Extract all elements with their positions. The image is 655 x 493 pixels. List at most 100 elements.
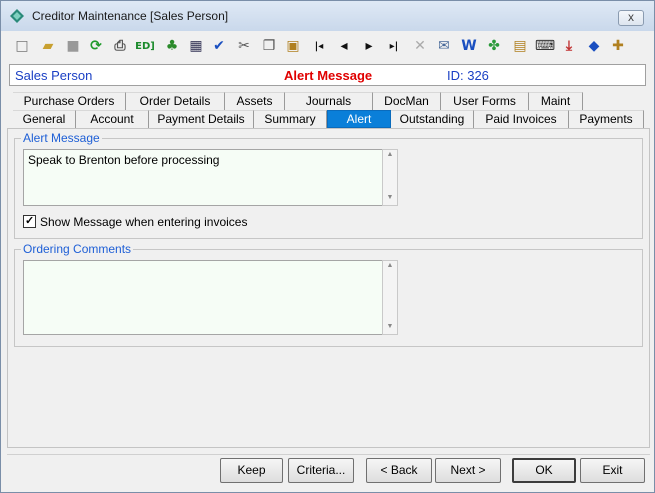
ok-button[interactable]: OK <box>512 458 576 483</box>
download-icon-glyph: ⤓ <box>565 38 573 54</box>
tree-icon[interactable]: ♣ <box>163 37 181 55</box>
ordering-comments-group-label: Ordering Comments <box>21 242 134 256</box>
title-bar: Creditor Maintenance [Sales Person] x <box>1 1 654 31</box>
save-icon[interactable]: ■ <box>64 37 82 55</box>
back-button[interactable]: < Back <box>366 458 432 483</box>
save-icon-glyph: ■ <box>66 38 80 54</box>
show-message-label: Show Message when entering invoices <box>40 215 248 229</box>
paste-icon[interactable]: ▣ <box>284 37 302 55</box>
tab-row-bottom: General Account Payment Details Summary Aler… <box>13 110 644 128</box>
keyboard-icon[interactable]: ⌨ <box>534 37 556 55</box>
copy-icon-glyph: ❐ <box>262 38 276 54</box>
cut-icon-glyph: ✂ <box>238 38 250 54</box>
first-record-icon[interactable]: |◂ <box>310 37 328 55</box>
copy-icon[interactable]: ❐ <box>260 37 278 55</box>
email-icon[interactable]: ✉ <box>435 37 453 55</box>
keyboard-icon-glyph: ⌨ <box>534 38 556 54</box>
open-folder-icon-glyph: ▰ <box>42 38 54 54</box>
criteria-button[interactable]: Criteria... <box>288 458 354 483</box>
tab-payment-details[interactable]: Payment Details <box>149 110 254 128</box>
scroll-down-icon[interactable]: ▼ <box>383 323 397 330</box>
app-diamond-icon <box>10 9 24 23</box>
previous-record-icon[interactable]: ◂ <box>335 37 353 55</box>
tab-general[interactable]: General <box>13 110 76 128</box>
tag-icon-glyph: ◆ <box>588 38 600 54</box>
next-record-icon[interactable]: ▸ <box>360 37 378 55</box>
previous-record-icon-glyph: ◂ <box>340 38 348 54</box>
tree-icon-glyph: ♣ <box>165 38 179 54</box>
next-record-icon-glyph: ▸ <box>365 38 373 54</box>
spellcheck-icon[interactable]: ✔ <box>210 37 228 55</box>
clover-icon[interactable]: ✤ <box>485 37 503 55</box>
alert-tab-panel: Alert Message Speak to Brenton before pr… <box>7 128 650 448</box>
edit-id-icon[interactable]: ED] <box>135 37 155 55</box>
delete-icon-glyph: ✕ <box>414 38 426 54</box>
clover-icon-glyph: ✤ <box>488 38 500 54</box>
tab-payments[interactable]: Payments <box>569 110 644 128</box>
alert-message-heading: Alert Message <box>284 68 373 83</box>
notes-icon-glyph: ▤ <box>513 38 527 54</box>
new-icon-glyph: □ <box>15 38 29 54</box>
tab-outstanding[interactable]: Outstanding <box>391 110 474 128</box>
last-record-icon-glyph: ▸| <box>389 40 399 52</box>
print-icon-glyph: ⎙ <box>114 38 126 54</box>
tab-assets[interactable]: Assets <box>225 92 285 110</box>
alert-message-text: Speak to Brenton before processing <box>28 153 220 167</box>
toolbar: □ ▰ ■ ⟳ ⎙ ED] ♣ ▦ ✔ ✂ ❐ ▣ |◂ ◂ ▸ ▸| ✕ ✉ W ✤ ▤ ⌨ ⤓ ◆ ✚ <box>1 31 654 61</box>
close-icon: x <box>628 10 634 24</box>
word-icon-glyph: W <box>461 38 477 54</box>
tab-user-forms[interactable]: User Forms <box>441 92 529 110</box>
footer-divider <box>7 454 650 455</box>
tab-purchase-orders[interactable]: Purchase Orders <box>13 92 126 110</box>
tab-order-details[interactable]: Order Details <box>126 92 225 110</box>
spellcheck-icon-glyph: ✔ <box>213 38 225 54</box>
cut-icon[interactable]: ✂ <box>235 37 253 55</box>
ordering-comments-scrollbar[interactable]: ▲ ▼ <box>382 260 398 335</box>
word-icon[interactable]: W <box>460 37 478 55</box>
creditor-maintenance-window: Creditor Maintenance [Sales Person] x □ ▰… <box>0 0 655 493</box>
edit-id-icon-glyph: ED] <box>135 40 155 52</box>
refresh-icon[interactable]: ⟳ <box>87 37 105 55</box>
first-record-icon-glyph: |◂ <box>314 40 324 52</box>
add-note-icon[interactable]: ✚ <box>609 37 627 55</box>
print-icon[interactable]: ⎙ <box>111 37 129 55</box>
next-button[interactable]: Next > <box>435 458 501 483</box>
last-record-icon[interactable]: ▸| <box>385 37 403 55</box>
alert-message-memo[interactable]: Speak to Brenton before processing <box>23 149 385 206</box>
ordering-comments-memo[interactable] <box>23 260 385 335</box>
new-icon[interactable]: □ <box>13 37 31 55</box>
scroll-down-icon[interactable]: ▼ <box>383 194 397 201</box>
exit-button[interactable]: Exit <box>580 458 645 483</box>
refresh-icon-glyph: ⟳ <box>90 38 102 54</box>
tab-journals[interactable]: Journals <box>285 92 373 110</box>
tab-docman[interactable]: DocMan <box>373 92 441 110</box>
calculator-icon-glyph: ▦ <box>189 38 203 54</box>
open-folder-icon[interactable]: ▰ <box>39 37 57 55</box>
close-button[interactable]: x <box>618 10 644 26</box>
tab-paid-invoices[interactable]: Paid Invoices <box>474 110 569 128</box>
alert-message-group: Alert Message Speak to Brenton before pr… <box>14 131 643 239</box>
tab-row-top: Purchase Orders Order Details Assets Journa… <box>13 92 643 110</box>
alert-message-scrollbar[interactable]: ▲ ▼ <box>382 149 398 206</box>
notes-icon[interactable]: ▤ <box>511 37 529 55</box>
alert-message-group-label: Alert Message <box>21 131 102 145</box>
tab-maint[interactable]: Maint <box>529 92 583 110</box>
add-note-icon-glyph: ✚ <box>612 38 624 54</box>
tab-summary[interactable]: Summary <box>254 110 327 128</box>
scroll-up-icon[interactable]: ▲ <box>383 262 397 269</box>
paste-icon-glyph: ▣ <box>286 38 300 54</box>
tag-icon[interactable]: ◆ <box>585 37 603 55</box>
download-icon[interactable]: ⤓ <box>560 37 578 55</box>
tab-alert[interactable]: Alert <box>327 110 391 128</box>
record-info-bar: Sales Person Alert Message ID: 326 <box>9 64 646 86</box>
delete-icon[interactable]: ✕ <box>411 37 429 55</box>
calculator-icon[interactable]: ▦ <box>187 37 205 55</box>
record-id-label: ID: 326 <box>447 68 489 83</box>
show-message-checkbox[interactable]: ✓ <box>23 215 36 228</box>
email-icon-glyph: ✉ <box>438 38 450 54</box>
checkmark-icon: ✓ <box>25 215 35 227</box>
keep-button[interactable]: Keep <box>220 458 283 483</box>
tab-account[interactable]: Account <box>76 110 149 128</box>
record-type-label: Sales Person <box>15 68 93 83</box>
scroll-up-icon[interactable]: ▲ <box>383 151 397 158</box>
